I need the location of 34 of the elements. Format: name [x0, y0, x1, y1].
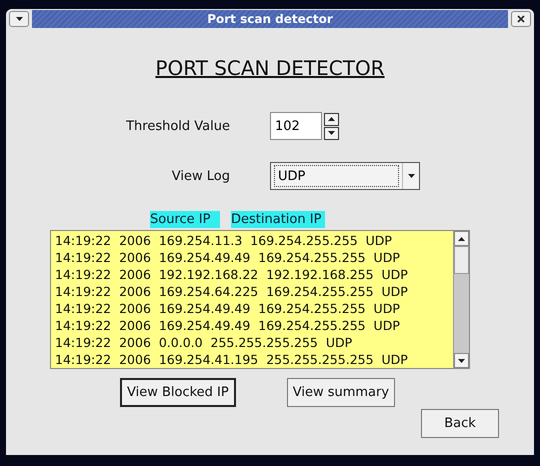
up-arrow-icon [458, 236, 465, 240]
back-button[interactable]: Back [421, 409, 499, 438]
action-button[interactable]: View Blocked IP [120, 378, 236, 407]
log-row[interactable]: 14:19:22 2006 169.254.49.49 169.254.255.255 UDP [55, 317, 449, 334]
scrollbar-thumb[interactable] [454, 246, 469, 274]
scrollbar[interactable] [453, 231, 469, 368]
down-arrow-icon [408, 174, 414, 178]
column-header: Source IP [150, 211, 220, 228]
threshold-input[interactable]: 102 [270, 112, 322, 140]
window-menu-button[interactable] [9, 11, 29, 27]
log-row[interactable]: 14:19:22 2006 169.254.64.225 169.254.255.255 UDP [55, 283, 449, 300]
window-title: Port scan detector [207, 12, 333, 26]
down-arrow-icon [458, 358, 465, 362]
up-arrow-icon [328, 117, 335, 121]
column-header: Destination IP [231, 211, 326, 228]
view-log-dropdown[interactable]: UDP [270, 162, 420, 190]
threshold-label: Threshold Value [126, 118, 230, 134]
increment-button[interactable] [324, 112, 339, 126]
log-row[interactable]: 14:19:22 2006 169.254.49.49 169.254.255.255 UDP [55, 249, 449, 266]
close-button[interactable] [511, 11, 531, 27]
scroll-up-button[interactable] [454, 231, 469, 246]
down-arrow-icon [328, 131, 335, 135]
log-row[interactable]: 14:19:22 2006 192.192.168.22 192.192.168.255 UDP [55, 266, 449, 283]
page-heading: PORT SCAN DETECTOR [155, 56, 385, 80]
log-row[interactable]: 14:19:22 2006 169.254.49.49 169.254.255.255 UDP [55, 300, 449, 317]
log-row[interactable]: 14:19:22 2006 169.254.41.195 255.255.255.255 UDP [55, 351, 449, 368]
scroll-down-button[interactable] [454, 353, 469, 368]
down-arrow-icon [16, 17, 22, 21]
decrement-button[interactable] [324, 126, 339, 140]
view-log-label: View Log [172, 168, 230, 184]
action-button[interactable]: View summary [286, 378, 396, 407]
close-icon [517, 15, 525, 23]
log-row[interactable]: 14:19:22 2006 0.0.0.0 255.255.255.255 UDP [55, 334, 449, 351]
log-row[interactable]: 14:19:22 2006 169.254.11.3 169.254.255.255 UDP [55, 232, 449, 249]
